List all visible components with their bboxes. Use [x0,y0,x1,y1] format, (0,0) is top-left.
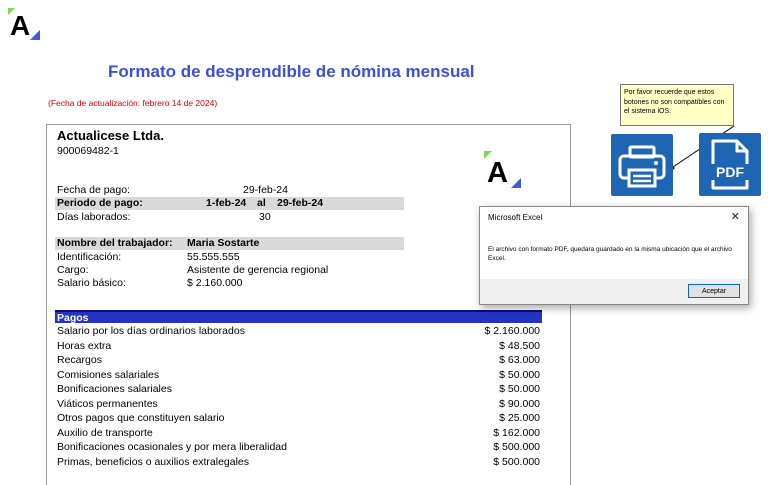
pagos-row-label: Viáticos permanentes [57,398,158,410]
pagos-row-value: $ 63.000 [499,354,540,366]
pagos-row-label: Salario por los días ordinarios laborado… [57,325,245,337]
periodo-sep: al [257,197,266,209]
logo-mark-icon: A [484,151,521,189]
pagos-row-label: Horas extra [57,340,112,352]
periodo-label: Periodo de pago: [57,197,143,209]
pagos-row-label: Bonificaciones ocasionales y por mera li… [57,441,287,453]
id-label: Identificación: [57,251,122,263]
pagos-row-label: Comisiones salariales [57,369,160,381]
pagos-row-value: $ 25.000 [499,412,540,424]
update-note: (Fecha de actualización: febrero 14 de 2… [48,98,218,108]
pagos-row-label: Primas, beneficios o auxilios extralegal… [57,456,250,468]
pdf-label: PDF [716,164,744,180]
periodo-to: 29-feb-24 [277,197,324,209]
pagos-row-value: $ 90.000 [499,398,540,410]
id-value: 55.555.555 [187,251,240,263]
pagos-row-label: Otros pagos que constituyen salario [57,412,225,424]
dialog-title: Microsoft Excel [488,213,543,222]
excel-dialog: Microsoft Excel ✕ El archivo con formato… [479,206,749,305]
periodo-from: 1-feb-24 [206,197,247,209]
company-nit: 900069482-1 [57,145,119,157]
dialog-titlebar: Microsoft Excel ✕ [480,207,748,229]
page-title: Formato de desprendible de nómina mensua… [108,62,475,81]
company-name: Actualicese Ltda. [57,128,164,143]
pagos-row-value: $ 2.160.000 [484,325,540,337]
pagos-row-value: $ 50.000 [499,369,540,381]
close-icon[interactable]: ✕ [731,211,740,223]
salario-value: $ 2.160.000 [187,277,243,289]
svg-text:A: A [487,157,508,189]
dialog-body: El archivo con formato PDF, quedara guar… [480,229,748,279]
ios-warning-note: Por favor recuerde que estos botones no … [620,84,734,126]
pagos-row-value: $ 50.000 [499,383,540,395]
pagos-row-value: $ 48.500 [499,340,540,352]
export-pdf-button[interactable]: PDF [699,133,761,196]
pagos-row-value: $ 500.000 [493,441,540,453]
printer-icon [618,145,666,188]
actualicese-logo: A [8,8,44,42]
nombre-label: Nombre del trabajador: [57,237,173,249]
pagos-row-label: Auxilio de transporte [57,427,153,439]
cargo-label: Cargo: [57,264,89,276]
fecha-pago-label: Fecha de pago: [57,184,130,196]
dias-label: Días laborados: [57,211,131,223]
cargo-value: Asistente de gerencia regional [187,264,329,276]
pagos-row-value: $ 500.000 [493,456,540,468]
fecha-pago-value: 29-feb-24 [243,184,288,196]
print-button[interactable] [611,134,673,196]
logo-mark-icon: A [8,8,40,41]
pagos-heading: Pagos [55,310,542,324]
dialog-message: El archivo con formato PDF, quedara guar… [488,246,732,262]
pagos-row-label: Bonificaciones salariales [57,383,172,395]
pagos-row-value: $ 162.000 [493,427,540,439]
accept-button[interactable]: Aceptar [688,284,740,298]
pagos-row-label: Recargos [57,354,102,366]
sheet-logo: A [484,151,522,189]
nombre-value: Maria Sostarte [187,237,260,249]
svg-text:A: A [10,10,30,41]
dias-value: 30 [259,211,271,223]
salario-label: Salario básico: [57,277,126,289]
